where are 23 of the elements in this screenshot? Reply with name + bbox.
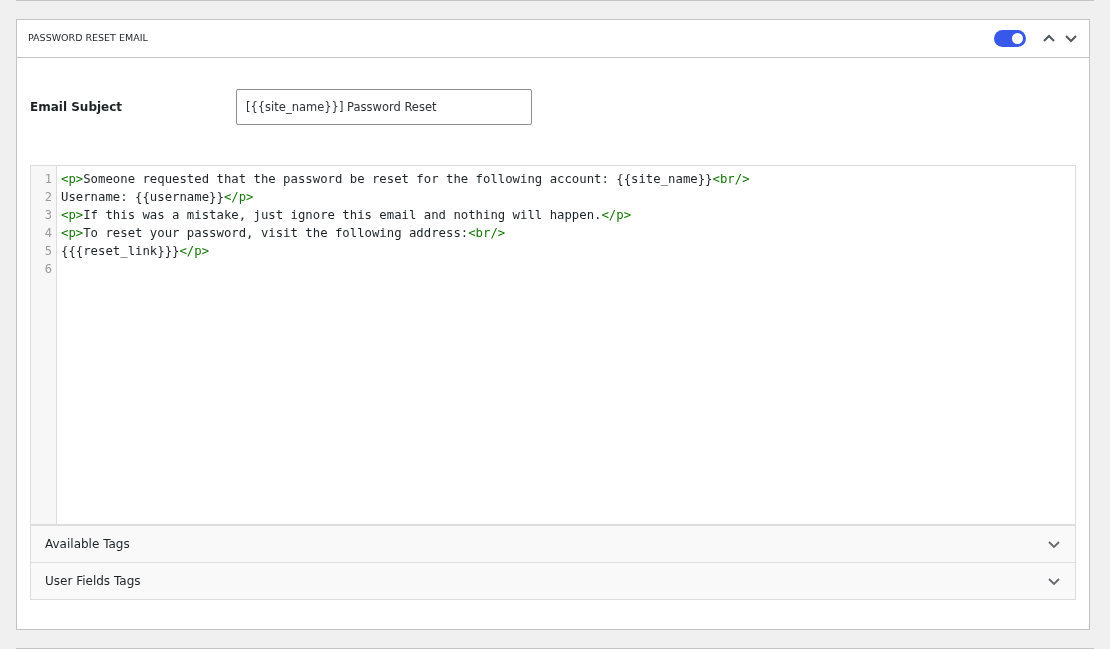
line-number: 3 [43, 207, 53, 224]
panel-title: PASSWORD RESET EMAIL [28, 31, 148, 46]
code-line: <p>Someone requested that the password be reset for the following account: {{site_name}}<br/> [61, 171, 750, 188]
line-number: 4 [43, 225, 53, 242]
code-line: {{{reset_link}}}</p> [61, 243, 211, 260]
code-line: <p>To reset your password, visit the following address:<br/> [61, 225, 507, 242]
code-line: <p>If this was a mistake, just ignore this email and nothing will happen.</p> [61, 207, 633, 224]
line-number: 2 [43, 189, 53, 206]
subject-input[interactable]: [{{site_name}}] Password Reset [236, 89, 532, 125]
accordion-label: Available Tags [45, 536, 130, 553]
field-label: Email Subject [30, 99, 124, 116]
toggle-switch[interactable] [994, 30, 1026, 47]
chevron-up-icon[interactable] [1042, 34, 1056, 43]
line-number: 5 [43, 243, 53, 260]
line-number: 6 [43, 261, 53, 278]
accordion-label: User Fields Tags [45, 573, 141, 590]
chevron-down-icon [1047, 576, 1061, 586]
code-line: Username: {{username}}</p> [61, 189, 255, 206]
accordion-header[interactable]: User Fields Tags [31, 562, 1075, 599]
line-number: 1 [43, 171, 53, 188]
chevron-down-icon [1047, 539, 1061, 549]
chevron-down-icon[interactable] [1064, 34, 1078, 43]
accordion-header[interactable]: Available Tags [31, 525, 1075, 562]
